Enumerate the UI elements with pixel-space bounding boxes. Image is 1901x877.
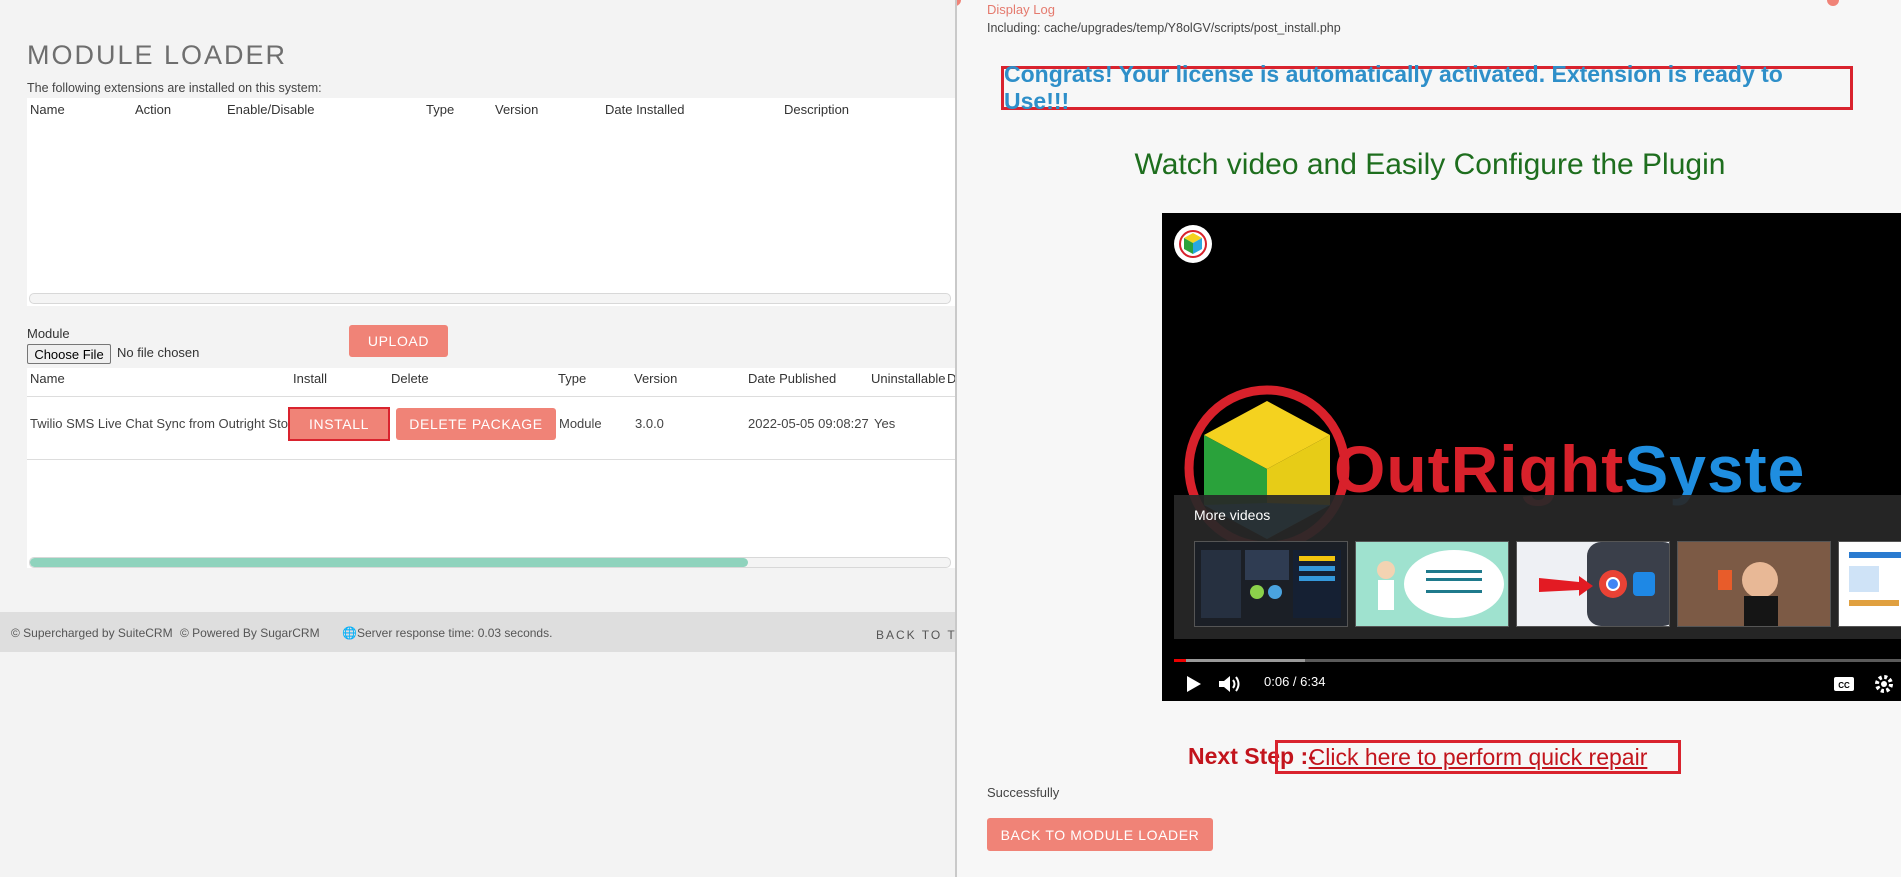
column-header-install: Install	[293, 371, 327, 386]
package-date-published: 2022-05-05 09:08:27	[748, 416, 869, 431]
congrats-message: Congrats! Your license is automatically …	[1004, 61, 1783, 114]
congrats-banner: Congrats! Your license is automatically …	[1001, 61, 1853, 114]
column-header-enable-disable[interactable]: Enable/Disable	[227, 102, 314, 117]
display-log-link[interactable]: Display Log	[987, 2, 1055, 17]
video-player[interactable]: OutRightSyste More videos 0:06 / 6:34 CC	[1162, 213, 1901, 701]
page-title: MODULE LOADER	[27, 40, 288, 70]
video-buffer-bar	[1174, 659, 1306, 662]
column-header-delete: Delete	[391, 371, 429, 386]
column-header-type: Type	[558, 371, 587, 386]
package-name: Twilio SMS Live Chat Sync from Outright …	[30, 416, 300, 431]
back-to-module-loader-button[interactable]: BACK TO MODULE LOADER	[987, 818, 1213, 851]
column-header-version: Version	[634, 371, 678, 386]
slides-thumbnail[interactable]	[1838, 541, 1901, 627]
display-log-modal: Display Log Including: cache/upgrades/te…	[955, 0, 1901, 877]
cartoon-speech-thumbnail[interactable]	[1355, 541, 1509, 627]
chrome-phone-thumbnail[interactable]	[1516, 541, 1670, 627]
include-path-text: Including: cache/upgrades/temp/Y8olGV/sc…	[987, 21, 1341, 35]
choose-file-button[interactable]: Choose File	[27, 344, 111, 364]
more-videos-label: More videos	[1194, 507, 1271, 523]
column-header-version[interactable]: Version	[495, 102, 538, 117]
more-videos-panel: More videos	[1174, 495, 1901, 639]
volume-icon[interactable]	[1216, 673, 1242, 695]
installed-extensions-table: Name Action Enable/Disable Type Version …	[27, 98, 957, 306]
video-time: 0:06 / 6:34	[1264, 674, 1326, 689]
footer: © Supercharged by SuiteCRM © Powered By …	[0, 612, 966, 652]
globe-icon: 🌐	[342, 626, 357, 640]
module-label: Module	[27, 326, 70, 341]
table-row: Twilio SMS Live Chat Sync from Outright …	[27, 396, 957, 460]
cube-logo-icon	[1179, 230, 1207, 258]
packages-table: Name Install Delete Type Version Date Pu…	[27, 368, 957, 568]
column-header-description[interactable]: Description	[784, 102, 849, 117]
settings-gear-icon[interactable]	[1873, 673, 1895, 695]
quick-repair-box: Click here to perform quick repair	[1275, 740, 1681, 774]
video-heading: Watch video and Easily Configure the Plu…	[1134, 148, 1726, 181]
package-type: Module	[559, 416, 602, 431]
close-icon[interactable]	[957, 0, 961, 6]
video-played-bar	[1174, 659, 1186, 662]
column-header-date-installed[interactable]: Date Installed	[605, 102, 685, 117]
channel-avatar[interactable]	[1174, 225, 1212, 263]
column-header-date-published: Date Published	[748, 371, 837, 386]
no-file-status: No file chosen	[117, 345, 200, 360]
column-header-uninstallable: Uninstallable	[871, 371, 946, 386]
packages-scrollbar[interactable]	[29, 557, 951, 568]
column-header-name[interactable]: Name	[30, 102, 65, 117]
delete-package-button[interactable]: DELETE PACKAGE	[396, 408, 556, 440]
package-uninstallable: Yes	[874, 416, 896, 431]
closed-captions-icon[interactable]: CC	[1832, 674, 1856, 694]
powered-text: © Powered By SugarCRM	[180, 626, 320, 640]
supercharged-text: © Supercharged by SuiteCRM	[11, 626, 173, 640]
scrollbar-thumb[interactable]	[30, 558, 748, 567]
installed-caption: The following extensions are installed o…	[27, 81, 322, 95]
install-button[interactable]: INSTALL	[288, 407, 390, 441]
close-icon[interactable]	[1827, 0, 1839, 6]
video-progress-bar[interactable]	[1174, 659, 1901, 662]
person-selfie-thumbnail[interactable]	[1677, 541, 1831, 627]
svg-text:CC: CC	[1838, 681, 1850, 690]
column-header-type[interactable]: Type	[426, 102, 454, 117]
play-icon[interactable]	[1182, 673, 1204, 695]
installed-scrollbar[interactable]	[29, 293, 951, 304]
dashboard-thumbnail[interactable]	[1194, 541, 1348, 627]
server-response-time: Server response time: 0.03 seconds.	[357, 626, 553, 640]
quick-repair-link[interactable]: Click here to perform quick repair	[1309, 744, 1648, 771]
success-status: Successfully	[987, 785, 1060, 800]
upload-button[interactable]: UPLOAD	[349, 325, 448, 357]
column-header-name: Name	[30, 371, 65, 386]
column-header-action[interactable]: Action	[135, 102, 171, 117]
package-version: 3.0.0	[635, 416, 664, 431]
